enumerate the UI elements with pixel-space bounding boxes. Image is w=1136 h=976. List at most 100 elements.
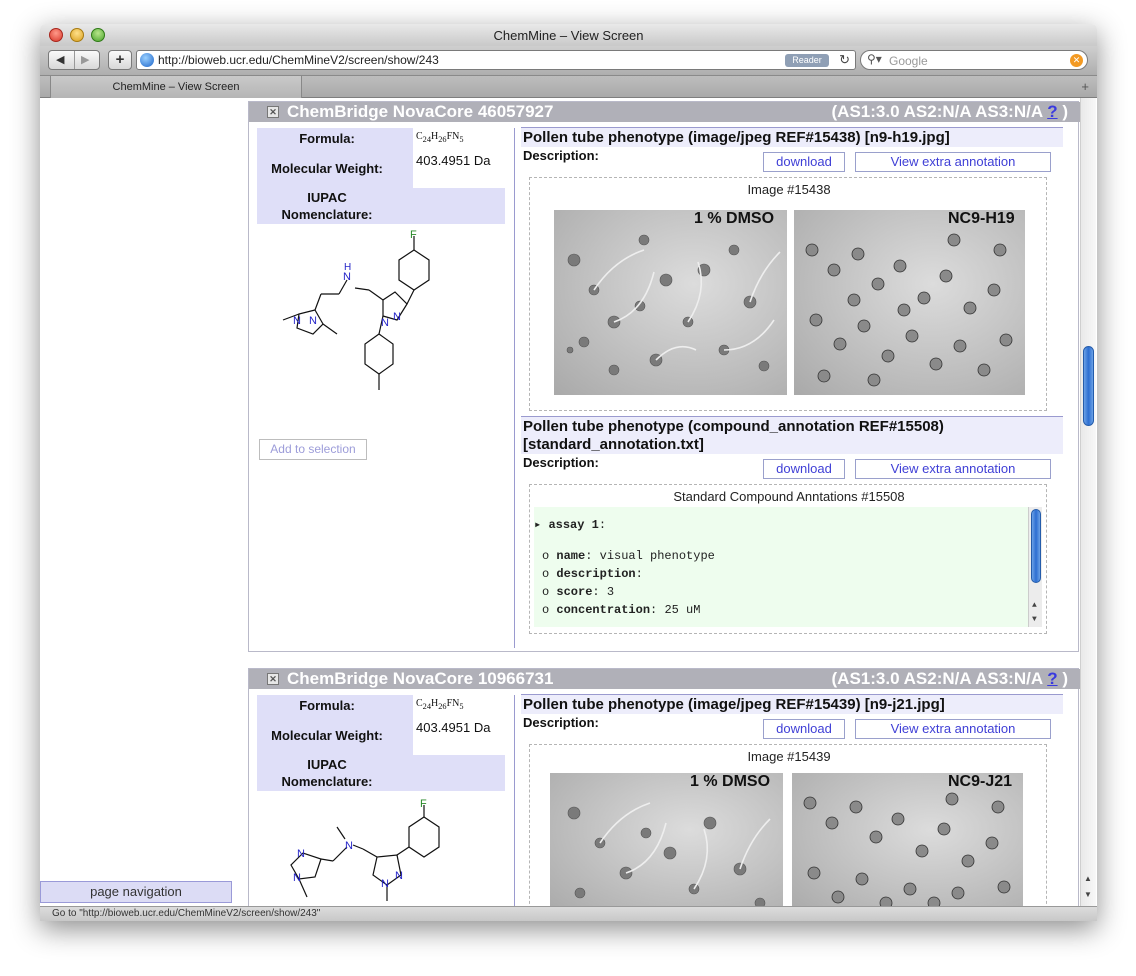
browser-toolbar: ◀ ▶ + http://bioweb.ucr.edu/ChemMineV2/s… bbox=[40, 46, 1097, 76]
tab-bar: ChemMine – View Screen + bbox=[40, 76, 1097, 98]
svg-text:N: N bbox=[345, 840, 353, 852]
annotation-content: ▸ assay 1: o name: visual phenotype o de… bbox=[534, 507, 1042, 627]
concentration-item: o concentration: 25 uM bbox=[542, 603, 701, 617]
pollen-image-dmso[interactable]: 1 % DMSO bbox=[554, 210, 787, 395]
scroll-up-arrow-icon[interactable]: ▲ bbox=[1032, 601, 1037, 610]
zoom-window-button[interactable] bbox=[91, 28, 105, 42]
reader-button[interactable]: Reader bbox=[785, 54, 829, 67]
annotation-scrollbar[interactable]: ▲ ▼ bbox=[1028, 507, 1042, 627]
score-item: o score: 3 bbox=[542, 585, 615, 599]
scroll-down-arrow-icon[interactable]: ▼ bbox=[1084, 890, 1092, 899]
svg-text:N: N bbox=[309, 315, 317, 327]
mw-value: 403.4951 Da bbox=[413, 150, 505, 188]
activity-scores: (AS1:3.0 AS2:N/A AS3:N/A ? ) bbox=[831, 669, 1069, 688]
dataset-annotation: Pollen tube phenotype (compound_annotati… bbox=[521, 416, 1063, 648]
compound-header: ✕ ChemBridge NovaCore 10966731 (AS1:3.0 … bbox=[249, 669, 1080, 689]
scroll-up-arrow-icon[interactable]: ▲ bbox=[1084, 874, 1092, 883]
close-window-button[interactable] bbox=[49, 28, 63, 42]
molecule-structure-image: F N H N N N N bbox=[282, 230, 430, 390]
dataset-title: Pollen tube phenotype (image/jpeg REF#15… bbox=[521, 694, 1063, 714]
annotation-caption: Standard Compound Anntations #15508 bbox=[673, 489, 905, 504]
description-label: Description: bbox=[523, 148, 599, 163]
svg-text:N: N bbox=[293, 315, 301, 327]
pollen-photo-graphic bbox=[803, 792, 1011, 906]
page-content: ✕ ChemBridge NovaCore 46057927 (AS1:3.0 … bbox=[40, 98, 1097, 906]
help-link[interactable]: ? bbox=[1047, 102, 1057, 121]
page-scroll-thumb[interactable] bbox=[1083, 346, 1094, 426]
clear-search-icon[interactable]: ✕ bbox=[1070, 54, 1083, 67]
status-bar: Go to "http://bioweb.ucr.edu/ChemMineV2/… bbox=[40, 906, 1097, 921]
page-scrollbar[interactable]: ▲ ▼ bbox=[1080, 98, 1096, 906]
image-label-dmso: 1 % DMSO bbox=[690, 773, 771, 790]
forward-arrow-icon[interactable]: ▶ bbox=[81, 53, 89, 66]
molecule-structure-image: F N N N N N bbox=[290, 798, 440, 901]
back-arrow-icon[interactable]: ◀ bbox=[56, 53, 64, 66]
assay-item: ▸ assay 1: bbox=[534, 518, 607, 532]
formula-row: Formula: C24H26FN5 bbox=[257, 128, 505, 150]
mw-value: 403.4951 Da bbox=[413, 717, 505, 755]
svg-text:N: N bbox=[293, 872, 301, 884]
globe-icon bbox=[140, 53, 154, 67]
page-navigation-button[interactable]: page navigation bbox=[40, 881, 232, 903]
properties-table: Formula: C24H26FN5 Molecular Weight: 403… bbox=[257, 695, 505, 791]
dataset-title: Pollen tube phenotype (image/jpeg REF#15… bbox=[521, 127, 1063, 147]
mw-label: Molecular Weight: bbox=[271, 728, 383, 743]
svg-text:N: N bbox=[381, 317, 389, 329]
search-icon: ⚲▾ bbox=[867, 52, 882, 66]
svg-text:H: H bbox=[344, 262, 351, 273]
properties-table: Formula: C24H26FN5 Molecular Weight: 403… bbox=[257, 128, 505, 224]
compound-panel: ✕ ChemBridge NovaCore 10966731 (AS1:3.0 … bbox=[248, 668, 1080, 906]
compound-panel: ✕ ChemBridge NovaCore 46057927 (AS1:3.0 … bbox=[248, 101, 1080, 652]
pollen-image-dmso[interactable]: 1 % DMSO bbox=[550, 773, 783, 906]
description-label: Description: bbox=[523, 715, 599, 730]
image-caption: Image #15439 bbox=[747, 749, 831, 764]
address-bar[interactable]: http://bioweb.ucr.edu/ChemMineV2/screen/… bbox=[136, 50, 856, 70]
download-button[interactable]: download bbox=[763, 719, 845, 739]
mw-label: Molecular Weight: bbox=[271, 161, 383, 176]
remove-compound-icon[interactable]: ✕ bbox=[267, 106, 279, 118]
iupac-row: IUPAC Nomenclature: bbox=[257, 755, 505, 791]
dataset-title: Pollen tube phenotype (compound_annotati… bbox=[521, 416, 1063, 454]
pollen-image-compound[interactable]: NC9-J21 bbox=[792, 773, 1023, 906]
minimize-window-button[interactable] bbox=[70, 28, 84, 42]
iupac-label: IUPAC Nomenclature: bbox=[281, 757, 373, 789]
pollen-image-compound[interactable]: NC9-H19 bbox=[794, 210, 1025, 395]
help-link[interactable]: ? bbox=[1047, 669, 1057, 688]
tab-chemmine[interactable]: ChemMine – View Screen bbox=[50, 76, 302, 98]
svg-text:N: N bbox=[395, 870, 403, 882]
pollen-photo-graphic bbox=[805, 233, 1013, 387]
reload-icon[interactable]: ↻ bbox=[839, 52, 850, 68]
view-extra-annotation-button[interactable]: View extra annotation bbox=[855, 719, 1051, 739]
download-button[interactable]: download bbox=[763, 459, 845, 479]
remove-compound-icon[interactable]: ✕ bbox=[267, 673, 279, 685]
compound-name: ChemBridge NovaCore 46057927 bbox=[287, 102, 554, 121]
view-extra-annotation-button[interactable]: View extra annotation bbox=[855, 152, 1051, 172]
download-button[interactable]: download bbox=[763, 152, 845, 172]
annotation-box: Standard Compound Anntations #15508 ▸ as… bbox=[529, 484, 1047, 634]
description-item: o description: bbox=[542, 567, 643, 581]
column-divider bbox=[514, 695, 515, 906]
scroll-down-arrow-icon[interactable]: ▼ bbox=[1032, 615, 1037, 624]
window-title: ChemMine – View Screen bbox=[493, 28, 644, 43]
title-bar: ChemMine – View Screen bbox=[40, 24, 1097, 46]
svg-text:N: N bbox=[381, 878, 389, 890]
name-item: o name: visual phenotype bbox=[542, 549, 715, 563]
browser-window: ChemMine – View Screen ◀ ▶ + http://biow… bbox=[40, 24, 1097, 921]
annotation-scroll-thumb[interactable] bbox=[1031, 509, 1041, 583]
search-field[interactable]: ⚲▾ Google ✕ bbox=[860, 50, 1088, 70]
formula-value: C24H26FN5 bbox=[413, 128, 505, 150]
add-to-selection-button[interactable]: Add to selection bbox=[259, 439, 367, 460]
add-bookmark-button[interactable]: + bbox=[108, 50, 132, 70]
formula-label: Formula: bbox=[299, 131, 355, 146]
search-placeholder: Google bbox=[889, 54, 928, 68]
formula-value: C24H26FN5 bbox=[413, 695, 505, 717]
new-tab-icon[interactable]: + bbox=[1081, 79, 1089, 94]
pollen-photo-graphic bbox=[566, 234, 781, 376]
url-text: http://bioweb.ucr.edu/ChemMineV2/screen/… bbox=[158, 53, 439, 67]
image-caption: Image #15438 bbox=[747, 182, 831, 197]
description-label: Description: bbox=[523, 455, 599, 470]
column-divider bbox=[514, 128, 515, 648]
image-box: Image #15439 1 % DMSO NC9-J21 bbox=[529, 744, 1047, 906]
view-extra-annotation-button[interactable]: View extra annotation bbox=[855, 459, 1051, 479]
svg-text:F: F bbox=[410, 230, 417, 241]
